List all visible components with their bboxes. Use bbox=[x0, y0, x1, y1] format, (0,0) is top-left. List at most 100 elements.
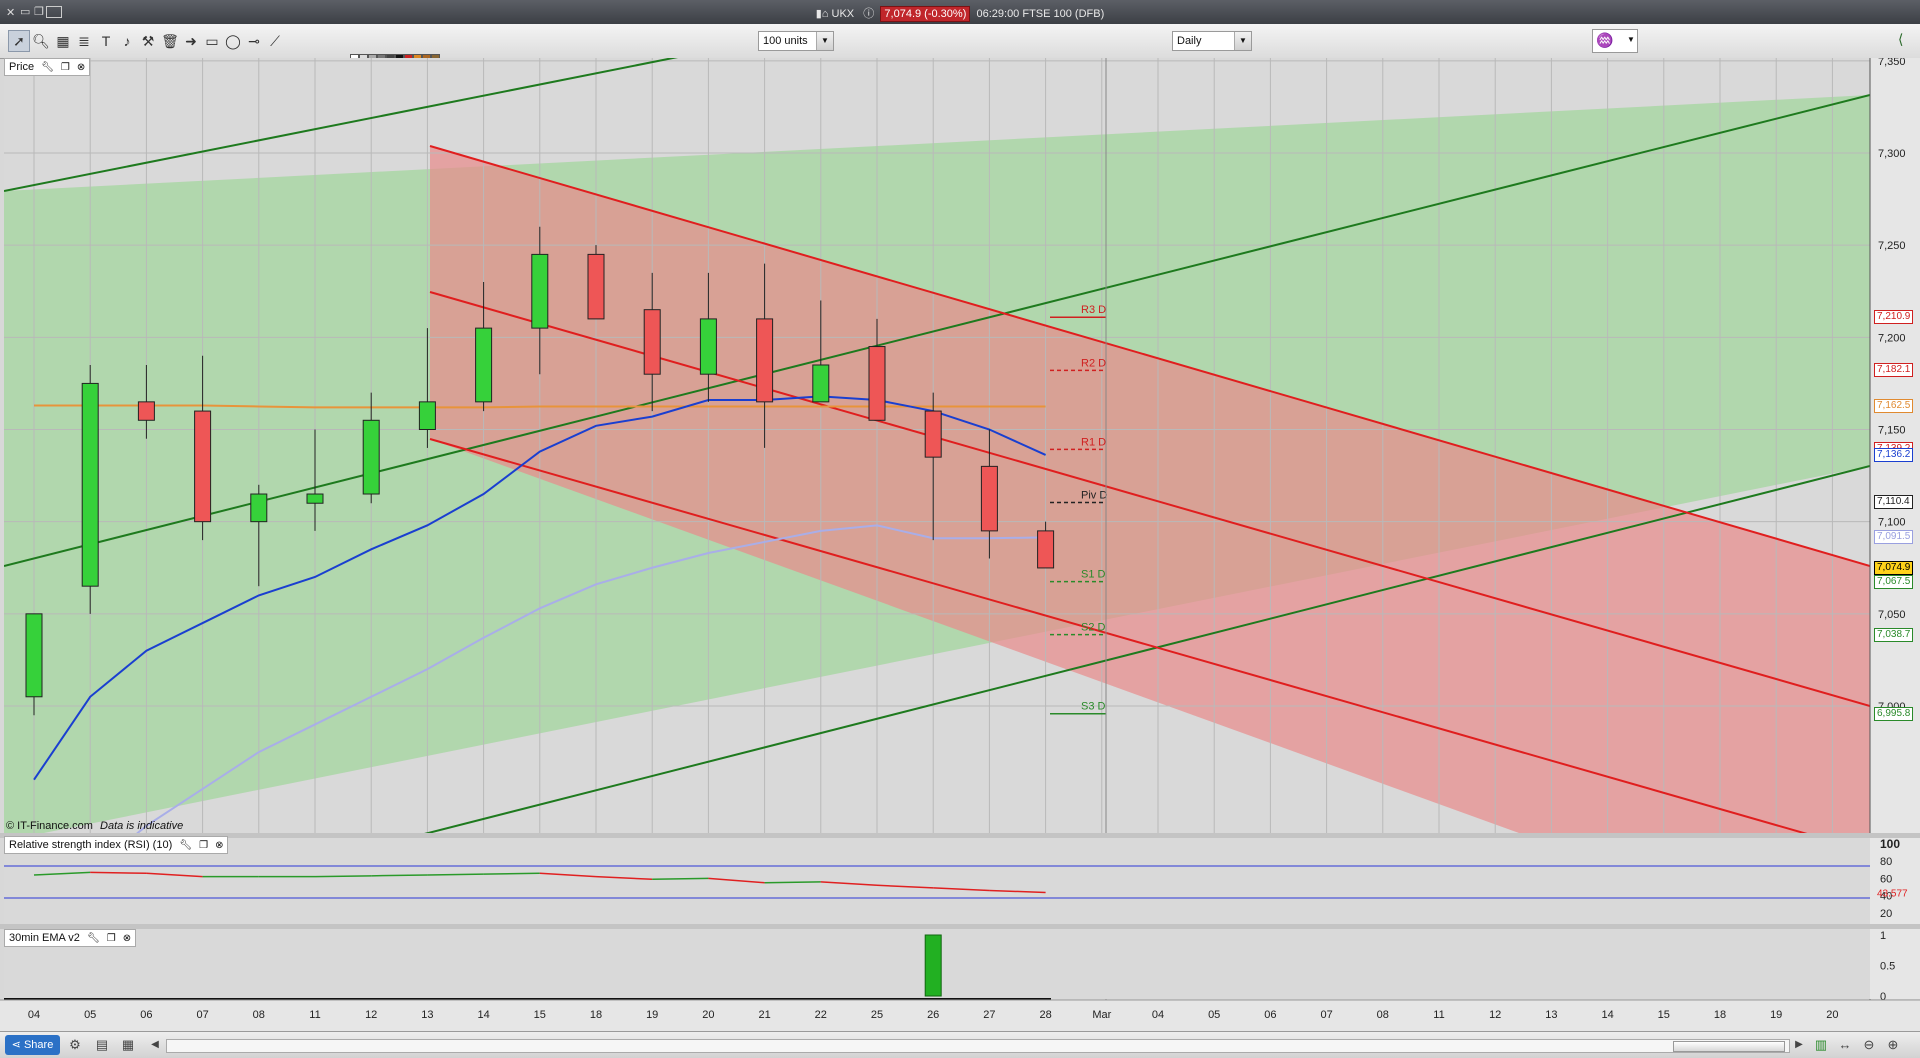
fibonacci-icon[interactable]: ≣ bbox=[73, 30, 95, 52]
x-tick-label: 11 bbox=[1433, 1009, 1444, 1021]
last-price-badge: 7,074.9 (-0.30%) bbox=[880, 6, 971, 22]
fit-chart-icon[interactable]: ↔ bbox=[1836, 1036, 1854, 1054]
x-tick-label: 14 bbox=[477, 1009, 489, 1021]
candle-body bbox=[531, 253, 549, 329]
trash-icon[interactable]: 🗑︎ bbox=[159, 30, 181, 52]
x-tick-label: 04 bbox=[1152, 1009, 1164, 1021]
price-y-tick-label: 7,100 bbox=[1878, 517, 1906, 529]
maximize-panel-icon[interactable]: ❐ bbox=[199, 839, 208, 853]
candle-body bbox=[250, 493, 268, 523]
time-and-instrument: 06:29:00 FTSE 100 (DFB) bbox=[976, 8, 1105, 20]
x-tick-label: 05 bbox=[84, 1009, 96, 1021]
candle-body bbox=[418, 401, 436, 431]
x-tick-label: 21 bbox=[758, 1009, 770, 1021]
chevron-down-icon: ▼ bbox=[1627, 35, 1635, 44]
share-button[interactable]: ⋖ Share bbox=[5, 1035, 60, 1055]
price-tag: 7,091.5 bbox=[1874, 530, 1914, 545]
rsi-y-tick-label: 80 bbox=[1880, 856, 1892, 868]
candle-body bbox=[980, 465, 998, 532]
chevron-down-icon: ▼ bbox=[816, 32, 833, 50]
expand-panel-icon[interactable]: ⟨ bbox=[1898, 31, 1903, 48]
zoom-icon[interactable]: 🔍︎ bbox=[30, 30, 52, 52]
chevron-down-icon: ▼ bbox=[1234, 32, 1251, 50]
price-tag: 7,162.5 bbox=[1874, 399, 1914, 414]
zoom-out-icon[interactable]: ⊖ bbox=[1860, 1036, 1878, 1054]
panel-divider[interactable] bbox=[0, 924, 1920, 929]
measure-icon[interactable]: ⚒ bbox=[137, 30, 159, 52]
rectangle-icon[interactable]: ▭ bbox=[201, 30, 223, 52]
candlestick[interactable] bbox=[81, 364, 99, 614]
arrow-tool-icon[interactable]: ➜ bbox=[180, 30, 202, 52]
share-label: Share bbox=[23, 1039, 54, 1051]
price-y-tick-label: 7,200 bbox=[1878, 332, 1906, 344]
price-tag: 7,074.9 bbox=[1874, 560, 1914, 575]
rsi-line-segment bbox=[371, 874, 428, 877]
ellipse-icon[interactable]: ◯ bbox=[222, 30, 244, 52]
x-tick-label: 13 bbox=[1545, 1009, 1557, 1021]
close-panel-icon[interactable]: ⊗ bbox=[77, 61, 85, 75]
scrollbar-thumb[interactable] bbox=[1673, 1041, 1785, 1052]
scroll-left-icon[interactable]: ◀ bbox=[146, 1036, 164, 1054]
pivot-label: R2 D bbox=[1081, 357, 1106, 369]
price-y-tick-label: 7,250 bbox=[1878, 240, 1906, 252]
rsi-line-segment bbox=[427, 873, 484, 876]
layout-icon[interactable]: ▤ bbox=[93, 1036, 111, 1054]
wrench-icon[interactable]: 🔧︎ bbox=[179, 839, 192, 853]
horizontal-line-icon[interactable]: ⊸ bbox=[243, 30, 265, 52]
settings-icon[interactable]: ⚙ bbox=[66, 1036, 84, 1054]
chart-canvas[interactable]: R3 D R2 D R1 D Piv D S1 D S2 D S3 D 7,350 7,300… bbox=[0, 58, 1920, 1031]
candle-body bbox=[475, 327, 493, 403]
maximize-panel-icon[interactable]: ❐ bbox=[107, 932, 116, 946]
chart-snapshot-icon[interactable]: ▥ bbox=[1812, 1036, 1830, 1054]
x-tick-label: 14 bbox=[1601, 1009, 1613, 1021]
rsi-line-segment bbox=[652, 877, 709, 881]
close-panel-icon[interactable]: ⊗ bbox=[215, 839, 223, 853]
units-select[interactable]: 100 units ▼ bbox=[758, 31, 834, 51]
pointer-icon[interactable]: ➚ bbox=[8, 30, 30, 52]
pivot-label: Piv D bbox=[1081, 489, 1107, 501]
candle-body bbox=[81, 382, 99, 587]
close-panel-icon[interactable]: ⊗ bbox=[123, 932, 131, 946]
copyright-text: © IT-Finance.com bbox=[6, 820, 93, 832]
maximize-panel-icon[interactable]: ❐ bbox=[61, 61, 70, 75]
timeframe-select[interactable]: Daily ▼ bbox=[1172, 31, 1252, 51]
x-tick-label: 22 bbox=[815, 1009, 827, 1021]
wrench-icon[interactable]: 🔧︎ bbox=[41, 61, 54, 75]
candle-body bbox=[194, 410, 212, 523]
timeframe-value: Daily bbox=[1177, 35, 1202, 47]
price-tag: 6,995.8 bbox=[1874, 706, 1914, 721]
ema-y-tick-label: 0.5 bbox=[1880, 961, 1895, 973]
horizontal-scrollbar[interactable] bbox=[166, 1039, 1790, 1053]
chart-type-icon[interactable]: ▦ bbox=[52, 30, 74, 52]
instrument-name: UKX bbox=[831, 8, 855, 20]
x-axis bbox=[0, 1000, 1920, 1031]
x-tick-label: 26 bbox=[927, 1009, 939, 1021]
pivot-label: S1 D bbox=[1081, 569, 1106, 581]
indicator-menu-button[interactable]: ♒ ▼ bbox=[1592, 29, 1638, 53]
text-tool-icon[interactable]: T bbox=[95, 30, 117, 52]
rsi-y-tick-label: 100 bbox=[1880, 837, 1900, 851]
x-tick-label: 20 bbox=[702, 1009, 714, 1021]
grid-icon[interactable]: ▦ bbox=[119, 1036, 137, 1054]
ema-panel-label: 30min EMA v2 🔧︎ ❐ ⊗ bbox=[4, 929, 137, 947]
candle-body bbox=[643, 309, 661, 375]
candle-body bbox=[699, 318, 717, 375]
wrench-icon[interactable]: 🔧︎ bbox=[87, 932, 100, 946]
price-y-tick-label: 7,300 bbox=[1878, 148, 1906, 160]
price-panel-label: Price 🔧︎ ❐ ⊗ bbox=[4, 58, 91, 76]
candlestick[interactable] bbox=[587, 245, 605, 320]
x-tick-label: 06 bbox=[140, 1009, 152, 1021]
instrument-icon: ▮⌂ bbox=[815, 8, 829, 20]
candle-body bbox=[362, 419, 380, 495]
pivot-label: S3 D bbox=[1081, 701, 1106, 713]
x-tick-label: Mar bbox=[1092, 1009, 1111, 1021]
x-tick-label: 12 bbox=[365, 1009, 377, 1021]
trendline-icon[interactable]: ⟋ bbox=[264, 30, 286, 52]
x-tick-label: 28 bbox=[1039, 1009, 1051, 1021]
scroll-right-icon[interactable]: ▶ bbox=[1790, 1036, 1808, 1054]
alert-bell-icon[interactable]: ♪ bbox=[116, 30, 138, 52]
zoom-in-icon[interactable]: ⊕ bbox=[1884, 1036, 1902, 1054]
price-y-tick-label: 7,050 bbox=[1878, 609, 1906, 621]
info-icon[interactable]: ⓘ bbox=[863, 8, 874, 20]
panel-divider[interactable] bbox=[0, 833, 1920, 838]
